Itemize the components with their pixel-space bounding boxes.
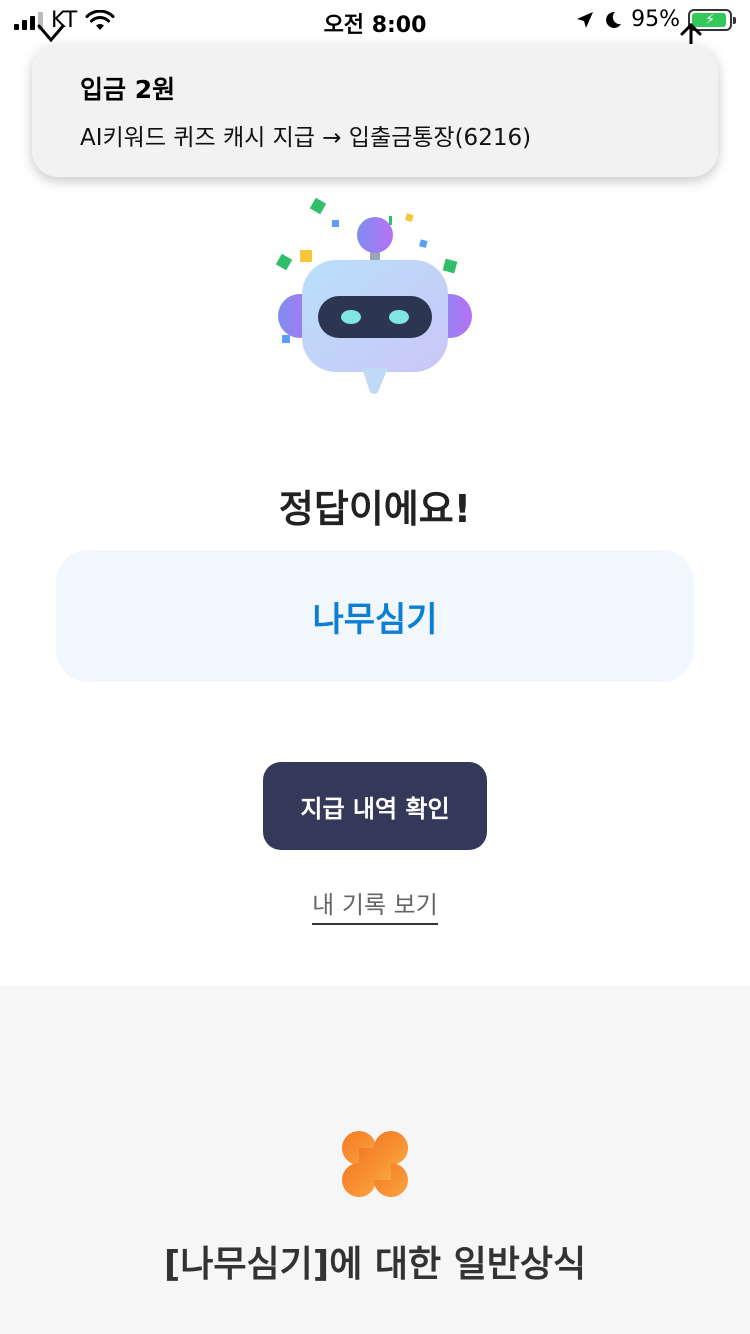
status-right: 95% ⚡: [575, 7, 736, 32]
moon-icon: [606, 11, 622, 28]
answer-text: 나무심기: [312, 599, 438, 640]
result-title: 정답이에요!: [278, 487, 472, 531]
chevron-down-icon[interactable]: [36, 22, 66, 46]
my-records-link[interactable]: 내 기록 보기: [312, 891, 438, 925]
answer-card: 나무심기: [56, 550, 694, 682]
notification-title: 입금 2원: [80, 75, 176, 104]
general-knowledge-title: [나무심기]에 대한 일반상식: [163, 1244, 587, 1285]
deposit-notification[interactable]: 입금 2원 AI키워드 퀴즈 캐시 지급 → 입출금통장(6216): [32, 44, 718, 177]
clover-icon: [342, 1131, 408, 1197]
arrow-up-icon[interactable]: [676, 22, 706, 46]
my-records-link-wrap: 내 기록 보기: [0, 885, 750, 925]
robot-mascot-icon: [270, 190, 480, 400]
location-arrow-icon: [577, 11, 594, 28]
notification-body: AI키워드 퀴즈 캐시 지급 → 입출금통장(6216): [80, 125, 532, 151]
status-bar: KT 오전 8:00 95% ⚡: [0, 0, 750, 40]
payment-history-button[interactable]: 지급 내역 확인: [263, 762, 487, 850]
battery-percent: 95%: [631, 7, 680, 32]
